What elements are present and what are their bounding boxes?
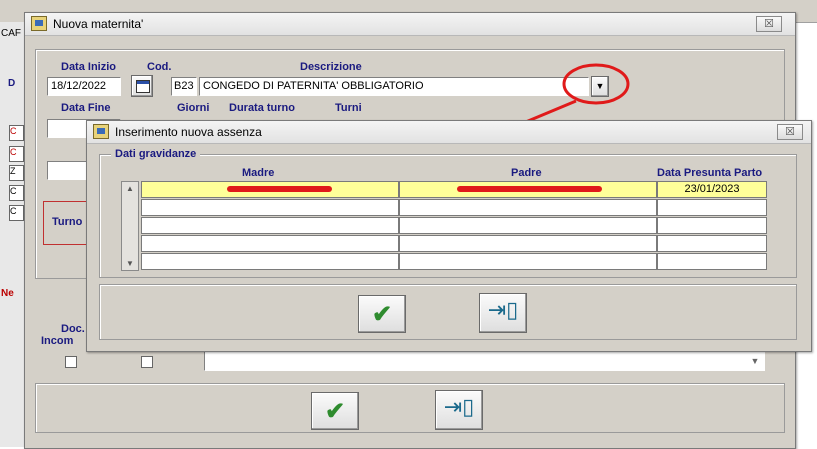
- background-cell: C: [9, 146, 24, 162]
- outer-dialog-title: Nuova maternita': [53, 17, 144, 31]
- background-cell: Z: [9, 165, 24, 181]
- checkmark-icon: ✔: [371, 301, 393, 328]
- madre-column-header: Madre: [242, 167, 275, 179]
- background-cell: C: [9, 205, 24, 221]
- grid-cell-data[interactable]: 23/01/2023: [657, 181, 767, 198]
- grid-cell-data[interactable]: [657, 217, 767, 234]
- outer-button-panel: [35, 383, 785, 433]
- outer-close-button[interactable]: ☒: [756, 16, 782, 32]
- data-inizio-field[interactable]: 18/12/2022: [47, 77, 121, 96]
- annotation-circle: [562, 63, 630, 105]
- calendar-icon: [136, 80, 150, 93]
- app-icon: [93, 124, 109, 139]
- durata-turno-label: Durata turno: [229, 102, 295, 114]
- grid-cell-madre[interactable]: [141, 217, 399, 234]
- inner-titlebar: Inserimento nuova assenza ☒: [87, 121, 811, 144]
- inner-button-panel: [99, 284, 797, 340]
- grid-cell-madre[interactable]: [141, 253, 399, 270]
- turni-label: Turni: [335, 102, 362, 114]
- doc-incomplete-checkbox[interactable]: [65, 356, 77, 368]
- grid-cell-padre[interactable]: [399, 235, 657, 252]
- background-cell: C: [9, 125, 24, 141]
- background-label: Ne: [1, 288, 14, 299]
- inner-dialog: Inserimento nuova assenza ☒ Dati gravida…: [86, 120, 812, 352]
- outer-exit-button[interactable]: ⇥▯: [435, 390, 483, 430]
- grid-cell-padre[interactable]: [399, 253, 657, 270]
- cod-field[interactable]: B23: [171, 77, 197, 96]
- inner-confirm-button[interactable]: ✔: [358, 295, 406, 333]
- background-cell: C: [9, 185, 24, 201]
- incom-label: Incom: [41, 335, 74, 347]
- grid-cell-data[interactable]: [657, 235, 767, 252]
- inner-close-button[interactable]: ☒: [777, 124, 803, 140]
- notes-dropdown-arrow[interactable]: ▼: [747, 353, 763, 369]
- outer-confirm-button[interactable]: ✔: [311, 392, 359, 430]
- padre-column-header: Padre: [511, 167, 542, 179]
- grid-cell-padre[interactable]: [399, 217, 657, 234]
- descrizione-label: Descrizione: [300, 61, 362, 73]
- inner-dialog-title: Inserimento nuova assenza: [115, 125, 262, 139]
- background-label: D: [8, 78, 16, 89]
- grid-cell-madre[interactable]: [141, 199, 399, 216]
- giorni-label: Giorni: [177, 102, 210, 114]
- scroll-down-arrow[interactable]: ▼: [124, 259, 136, 268]
- data-fine-label: Data Fine: [61, 102, 111, 114]
- notes-field[interactable]: [204, 351, 765, 371]
- grid-cell-data[interactable]: [657, 199, 767, 216]
- scroll-up-arrow[interactable]: ▲: [124, 184, 136, 193]
- checkmark-icon: ✔: [324, 398, 346, 425]
- background-label: CAF: [1, 28, 21, 39]
- inner-exit-button[interactable]: ⇥▯: [479, 293, 527, 333]
- data-presunta-parto-header: Data Presunta Parto: [657, 167, 763, 179]
- redaction-mark: [457, 186, 602, 192]
- calendar-button[interactable]: [131, 75, 153, 97]
- cod-label: Cod.: [147, 61, 172, 73]
- app-icon: [31, 16, 47, 31]
- redaction-mark: [227, 186, 332, 192]
- grid-cell-madre[interactable]: [141, 235, 399, 252]
- doc-label: Doc.: [61, 323, 85, 335]
- data-inizio-label: Data Inizio: [61, 61, 117, 73]
- exit-door-icon: ⇥▯: [443, 394, 475, 419]
- grid-scrollbar[interactable]: ▲ ▼: [121, 181, 139, 271]
- exit-door-icon: ⇥▯: [487, 297, 519, 322]
- grid-cell-padre[interactable]: [399, 199, 657, 216]
- turno-label: Turno: [52, 216, 83, 228]
- dati-gravidanze-label: Dati gravidanze: [111, 148, 201, 160]
- grid-cell-data[interactable]: [657, 253, 767, 270]
- outer-titlebar: Nuova maternita' ☒: [25, 13, 795, 36]
- option-checkbox[interactable]: [141, 356, 153, 368]
